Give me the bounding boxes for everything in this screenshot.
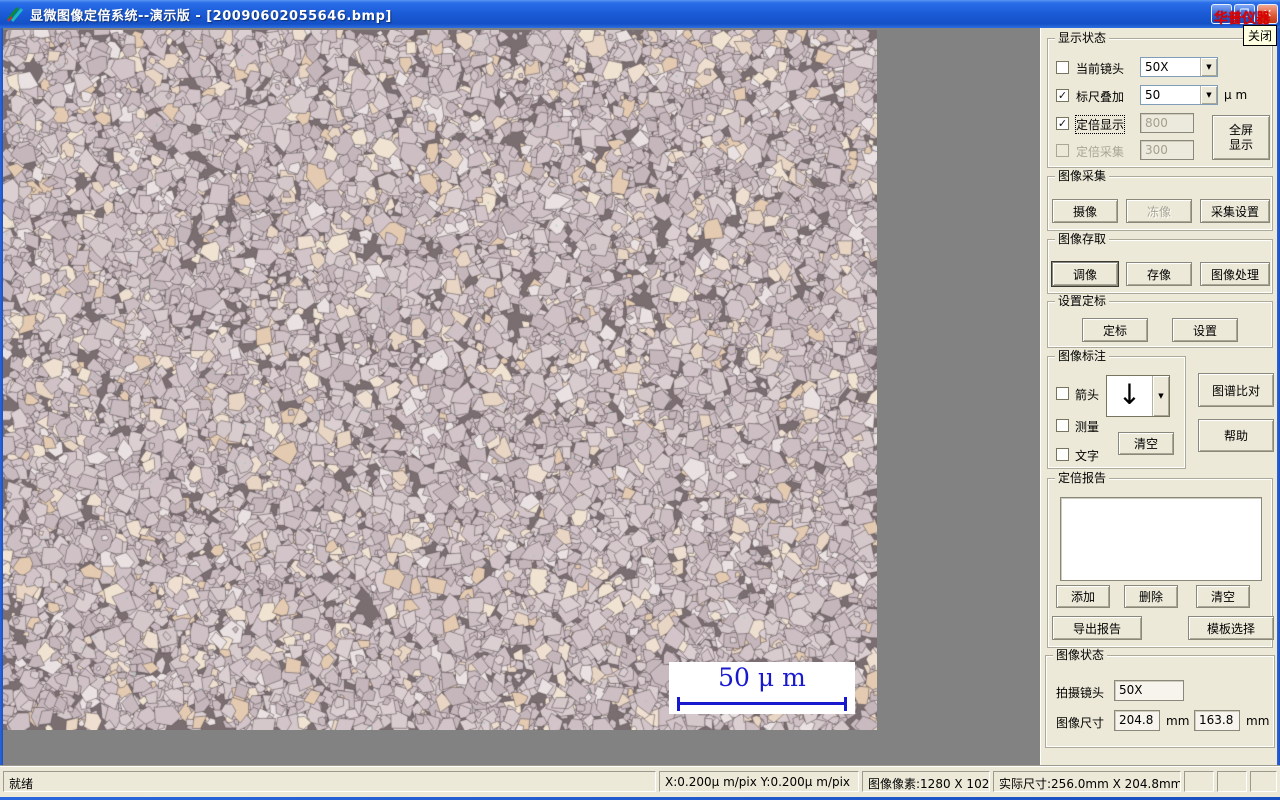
report-add-button[interactable]: 添加	[1056, 585, 1110, 608]
label-measure: 测量	[1075, 420, 1100, 434]
chevron-down-icon[interactable]: ▼	[1200, 58, 1217, 76]
checkbox-current-lens[interactable]	[1056, 61, 1069, 74]
scalebar-label: 50 μ m	[718, 663, 806, 692]
group-calibration: 设置定标 定标 设置	[1047, 294, 1273, 348]
load-image-button[interactable]: 调像	[1051, 261, 1119, 287]
micrograph-image	[3, 30, 877, 730]
checkbox-text[interactable]	[1056, 448, 1069, 461]
combo-scale-value[interactable]: 50 ▼	[1140, 85, 1218, 105]
status-resolution: X:0.200μ m/pix Y:0.200μ m/pix	[659, 771, 859, 792]
group-display-status-label: 显示状态	[1055, 31, 1110, 46]
image-process-button[interactable]: 图像处理	[1200, 262, 1270, 286]
statusbar: 就绪 X:0.200μ m/pix Y:0.200μ m/pix 图像像素:12…	[0, 765, 1280, 797]
scalebar-line	[677, 697, 847, 711]
group-report-label: 定倍报告	[1055, 471, 1110, 486]
save-image-button[interactable]: 存像	[1126, 262, 1192, 286]
group-display-status: 显示状态 当前镜头 50X ▼ ✓ 标尺叠加 50 ▼ μ m ✓ 定倍显示 8…	[1047, 31, 1273, 168]
chevron-down-icon[interactable]: ▼	[1200, 86, 1217, 104]
image-viewport: 50 μ m	[3, 28, 1040, 765]
close-button[interactable]: ✕	[1257, 4, 1278, 24]
combo-current-lens[interactable]: 50X ▼	[1140, 57, 1218, 77]
app-window: 显微图像定倍系统--演示版 - [20090602055646.bmp] – ❐…	[0, 0, 1280, 800]
label-fixed-display: 定倍显示	[1074, 115, 1126, 134]
group-capture: 图像采集 摄像 冻像 采集设置	[1047, 169, 1273, 231]
label-width-unit: mm	[1166, 714, 1190, 728]
label-image-size: 图像尺寸	[1056, 716, 1105, 730]
checkbox-scale-overlay[interactable]: ✓	[1056, 89, 1069, 102]
check-icon: ✓	[1057, 117, 1068, 130]
label-scale-overlay: 标尺叠加	[1076, 90, 1125, 104]
clear-annotation-button[interactable]: 清空	[1118, 432, 1174, 455]
atlas-compare-button[interactable]: 图谱比对	[1198, 373, 1274, 407]
window-title: 显微图像定倍系统--演示版 - [20090602055646.bmp]	[30, 8, 392, 24]
status-pane-empty-2	[1217, 771, 1247, 792]
label-arrow: 箭头	[1075, 388, 1100, 402]
label-text: 文字	[1075, 449, 1100, 463]
close-tooltip: 关闭	[1243, 25, 1278, 46]
status-pane-empty-3	[1250, 771, 1277, 792]
group-storage-label: 图像存取	[1055, 232, 1110, 247]
app-icon	[6, 7, 24, 22]
checkbox-arrow[interactable]	[1056, 387, 1069, 400]
label-current-lens: 当前镜头	[1076, 62, 1125, 76]
group-annotation-label: 图像标注	[1055, 349, 1110, 364]
group-annotation: 图像标注 箭头 ↓ ▼ 测量 清空 文字	[1047, 349, 1186, 469]
input-fixed-display: 800	[1140, 113, 1194, 133]
group-image-status-label: 图像状态	[1053, 648, 1108, 663]
help-button[interactable]: 帮助	[1198, 419, 1274, 452]
report-listbox[interactable]	[1060, 497, 1262, 581]
status-pixels: 图像像素:1280 X 1024	[862, 771, 990, 792]
scalebar-overlay: 50 μ m	[669, 662, 855, 714]
control-panel: 显示状态 当前镜头 50X ▼ ✓ 标尺叠加 50 ▼ μ m ✓ 定倍显示 8…	[1040, 28, 1277, 765]
template-select-button[interactable]: 模板选择	[1188, 616, 1274, 640]
shoot-button[interactable]: 摄像	[1052, 199, 1118, 223]
field-image-height: 163.8	[1194, 710, 1240, 731]
group-capture-label: 图像采集	[1055, 169, 1110, 184]
calibrate-button[interactable]: 定标	[1082, 318, 1148, 342]
label-fixed-capture: 定倍采集	[1076, 145, 1125, 159]
group-calibration-label: 设置定标	[1055, 294, 1110, 309]
group-image-status: 图像状态 拍摄镜头 50X 图像尺寸 204.8 mm 163.8 mm	[1045, 648, 1275, 748]
freeze-button: 冻像	[1126, 199, 1192, 223]
status-pane-empty-1	[1184, 771, 1214, 792]
group-report: 定倍报告 添加 删除 清空 导出报告 模板选择	[1047, 471, 1274, 648]
restore-button[interactable]: ❐	[1234, 4, 1255, 24]
capture-settings-button[interactable]: 采集设置	[1200, 199, 1270, 223]
down-arrow-icon: ↓	[1117, 378, 1142, 411]
calibration-settings-button[interactable]: 设置	[1172, 318, 1238, 342]
status-actual-size: 实际尺寸:256.0mm X 204.8mm	[993, 771, 1181, 792]
report-delete-button[interactable]: 删除	[1124, 585, 1178, 608]
checkbox-measure[interactable]	[1056, 419, 1069, 432]
report-clear-button[interactable]: 清空	[1196, 585, 1250, 608]
input-fixed-capture: 300	[1140, 140, 1194, 160]
status-ready: 就绪	[3, 771, 656, 792]
arrow-style-combo[interactable]: ↓ ▼	[1106, 375, 1170, 417]
check-icon: ✓	[1057, 89, 1068, 102]
group-storage: 图像存取 调像 存像 图像处理	[1047, 232, 1273, 294]
label-scale-unit: μ m	[1224, 88, 1248, 102]
minimize-button[interactable]: –	[1211, 4, 1232, 24]
label-height-unit: mm	[1246, 714, 1270, 728]
field-image-width: 204.8	[1114, 710, 1160, 731]
checkbox-fixed-display[interactable]: ✓	[1056, 117, 1069, 130]
titlebar: 显微图像定倍系统--演示版 - [20090602055646.bmp] – ❐…	[0, 0, 1280, 28]
export-report-button[interactable]: 导出报告	[1052, 616, 1142, 640]
label-shoot-lens: 拍摄镜头	[1056, 686, 1105, 700]
checkbox-fixed-capture	[1056, 144, 1069, 157]
fullscreen-button[interactable]: 全屏 显示	[1212, 115, 1270, 160]
field-shoot-lens: 50X	[1114, 680, 1184, 701]
chevron-down-icon[interactable]: ▼	[1152, 376, 1169, 416]
